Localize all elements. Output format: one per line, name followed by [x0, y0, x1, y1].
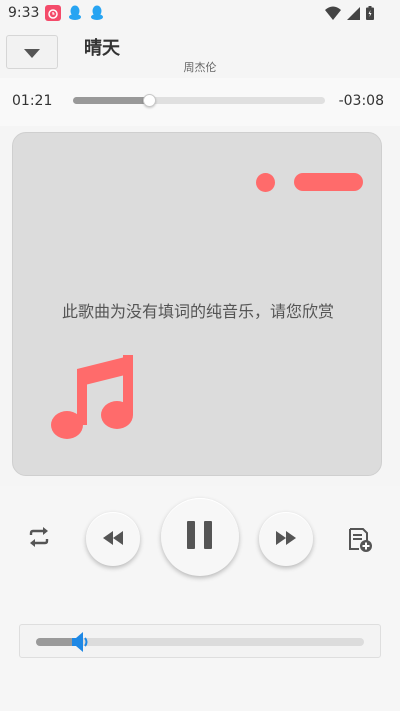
progress-thumb[interactable] [142, 94, 156, 107]
playback-controls [0, 486, 400, 711]
fast-forward-icon [274, 530, 298, 549]
volume-control [19, 624, 381, 658]
playback-progress: 01:21 -03:08 [0, 78, 400, 126]
volume-icon[interactable] [71, 632, 91, 652]
decorative-pill [294, 173, 363, 191]
pause-icon [187, 521, 213, 553]
battery-icon [366, 5, 374, 24]
volume-slider[interactable] [36, 632, 364, 652]
status-bar: 9:33 [0, 0, 400, 26]
rewind-icon [101, 530, 125, 549]
volume-fill [36, 638, 76, 646]
repeat-icon [27, 527, 51, 551]
previous-track-button[interactable] [86, 512, 140, 566]
status-time: 9:33 [8, 5, 40, 21]
next-track-button[interactable] [259, 512, 313, 566]
pause-button[interactable] [161, 498, 239, 576]
repeat-button[interactable] [25, 526, 53, 552]
add-to-playlist-button[interactable] [346, 528, 374, 556]
signal-icon [347, 5, 360, 24]
artist-name: 周杰伦 [183, 61, 217, 74]
music-note-icon [51, 349, 135, 443]
alarm-app-icon [45, 5, 62, 21]
song-title: 晴天 [84, 38, 120, 59]
qq-icon [89, 5, 105, 21]
lyrics-message: 此歌曲为没有填词的纯音乐，请您欣赏 [61, 302, 334, 321]
remaining-time: -03:08 [338, 93, 384, 109]
progress-fill [73, 97, 149, 104]
progress-slider[interactable] [73, 94, 325, 107]
playlist-add-icon [347, 527, 373, 557]
decorative-dot [256, 173, 275, 192]
wifi-icon [325, 5, 341, 24]
player-header: 晴天 周杰伦 [0, 26, 400, 78]
current-time: 01:21 [12, 93, 53, 109]
qq-icon [67, 5, 83, 21]
lyrics-panel: 此歌曲为没有填词的纯音乐，请您欣赏 [12, 132, 382, 476]
